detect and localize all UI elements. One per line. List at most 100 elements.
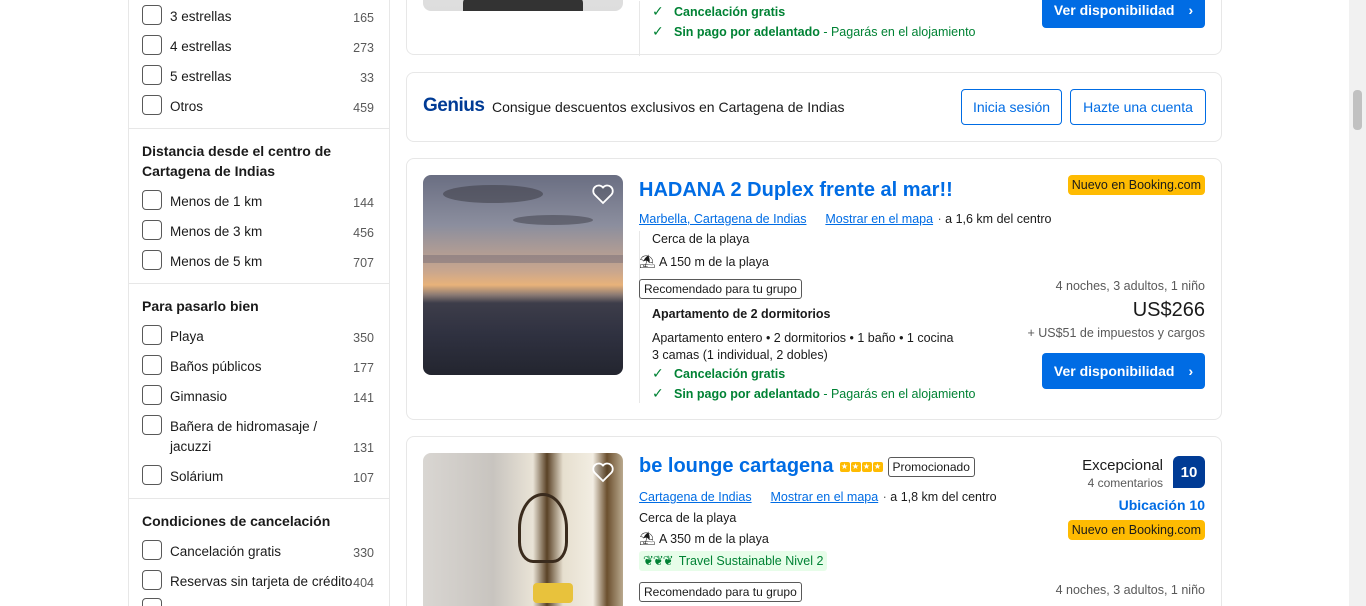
location-score: Ubicación 10 xyxy=(1118,497,1205,513)
review-count: 4 comentarios xyxy=(1087,476,1163,490)
free-cancellation-row: ✓ Cancelación gratis xyxy=(652,3,785,21)
property-photo[interactable] xyxy=(423,175,623,375)
filter-label: Playa xyxy=(170,329,204,344)
pay-at-property-text: - Pagarás en el alojamiento xyxy=(819,25,976,39)
checkbox[interactable] xyxy=(142,385,162,405)
stay-details: 4 noches, 3 adultos, 1 niño xyxy=(1055,279,1205,293)
checkbox[interactable] xyxy=(142,355,162,375)
checkbox[interactable] xyxy=(142,570,162,590)
distance-from-center: a 1,6 km del centro xyxy=(945,212,1052,226)
filter-label: Baños públicos xyxy=(170,359,262,374)
star-icon: ★ xyxy=(839,461,850,472)
recommended-group-badge: Recomendado para tu grupo xyxy=(639,279,802,299)
see-availability-button[interactable]: Ver disponibilidad › xyxy=(1042,0,1205,28)
property-photo[interactable] xyxy=(423,453,623,606)
button-label: Ver disponibilidad xyxy=(1053,363,1175,379)
filter-count: 165 xyxy=(353,11,374,25)
heart-icon[interactable] xyxy=(591,461,615,483)
button-label: Ver disponibilidad xyxy=(1053,2,1175,18)
property-photo[interactable] xyxy=(423,0,623,11)
filter-label: 3 estrellas xyxy=(170,9,232,24)
heart-icon[interactable] xyxy=(591,183,615,205)
genius-banner: Genius Consigue descuentos exclusivos en… xyxy=(406,72,1222,142)
property-title-link[interactable]: be lounge cartagena xyxy=(639,455,834,478)
no-prepayment-text: Sin pago por adelantado xyxy=(674,25,820,39)
filter-count: 273 xyxy=(353,41,374,55)
location-link[interactable]: Marbella, Cartagena de Indias xyxy=(639,212,806,226)
divider xyxy=(129,498,389,499)
distance-from-center: a 1,8 km del centro xyxy=(890,490,997,504)
no-prepayment-text: Sin pago por adelantado xyxy=(674,387,820,401)
genius-logo: Genius xyxy=(423,95,485,116)
cloud xyxy=(513,215,593,225)
filter-label: Gimnasio xyxy=(170,389,228,404)
divider xyxy=(129,283,389,284)
filter-label: Cancelación gratis xyxy=(170,544,282,559)
scrollbar-thumb[interactable] xyxy=(1353,90,1362,130)
property-title-link[interactable]: HADANA 2 Duplex frente al mar!! xyxy=(639,177,953,203)
filter-count: 707 xyxy=(353,256,374,270)
title-row: be lounge cartagena ★ ★ ★ ★ Promocionado xyxy=(639,455,975,478)
location-row: Cartagena de Indias Mostrar en el mapa ·… xyxy=(639,490,997,504)
filter-label: Menos de 1 km xyxy=(170,194,263,209)
photo-detail xyxy=(463,0,583,11)
beach-distance-text: A 350 m de la playa xyxy=(659,532,769,546)
checkbox[interactable] xyxy=(142,220,162,240)
near-beach-text: Cerca de la playa xyxy=(639,511,737,525)
filter-count: 144 xyxy=(353,196,374,210)
checkbox[interactable] xyxy=(142,325,162,345)
filter-label: Solárium xyxy=(170,469,224,484)
filter-count: 177 xyxy=(353,361,374,375)
genius-banner-text: Consigue descuentos exclusivos en Cartag… xyxy=(492,99,845,115)
checkbox[interactable] xyxy=(142,250,162,270)
create-account-button[interactable]: Hazte una cuenta xyxy=(1070,89,1206,125)
new-on-booking-badge: Nuevo en Booking.com xyxy=(1067,175,1205,195)
filter-count: 459 xyxy=(353,101,374,115)
filter-count: 33 xyxy=(360,71,374,85)
pay-at-property-text: - Pagarás en el alojamiento xyxy=(819,387,976,401)
price: US$266 xyxy=(1132,299,1205,321)
beach-icon: ⛱ xyxy=(639,254,656,269)
sustainable-text: Travel Sustainable Nivel 2 xyxy=(678,554,824,568)
checkbox[interactable] xyxy=(142,465,162,485)
hanging-chair xyxy=(518,493,568,563)
checkbox[interactable] xyxy=(142,5,162,25)
checkbox[interactable] xyxy=(142,65,162,85)
filter-count: 404 xyxy=(353,576,374,590)
review-score-badge[interactable]: 10 xyxy=(1173,456,1205,488)
checkbox[interactable] xyxy=(142,415,162,435)
promoted-badge: Promocionado xyxy=(887,456,975,477)
divider xyxy=(129,128,389,129)
checkbox[interactable] xyxy=(142,190,162,210)
room-details: Apartamento entero • 2 dormitorios • 1 b… xyxy=(652,331,954,345)
filter-label: 4 estrellas xyxy=(170,39,232,54)
recommended-group-badge: Recomendado para tu grupo xyxy=(639,582,802,602)
see-availability-button[interactable]: Ver disponibilidad › xyxy=(1042,353,1205,389)
star-icon: ★ xyxy=(872,461,883,472)
checkbox[interactable] xyxy=(142,598,162,606)
location-link[interactable]: Cartagena de Indias xyxy=(639,490,752,504)
rating-squares: ★ ★ ★ ★ xyxy=(839,461,883,472)
page-scrollbar[interactable] xyxy=(1349,0,1366,606)
show-on-map-link[interactable]: Mostrar en el mapa xyxy=(825,212,933,226)
location-row: Marbella, Cartagena de Indias Mostrar en… xyxy=(639,212,1052,226)
free-cancellation-row: ✓ Cancelación gratis xyxy=(652,365,785,383)
sign-in-button[interactable]: Inicia sesión xyxy=(961,89,1062,125)
leaf-icon: ❦❦❦ xyxy=(643,553,674,568)
filter-hot-tub[interactable]: Bañera de hidromasaje / jacuzzi 131 xyxy=(142,415,374,457)
filter-count: 456 xyxy=(353,226,374,240)
filter-count: 141 xyxy=(353,391,374,405)
checkbox[interactable] xyxy=(142,95,162,115)
check-icon: ✓ xyxy=(652,385,664,401)
cushion xyxy=(533,583,573,603)
show-on-map-link[interactable]: Mostrar en el mapa xyxy=(771,490,879,504)
star-icon: ★ xyxy=(861,461,872,472)
cloud xyxy=(443,185,543,203)
filter-count: 131 xyxy=(353,441,374,455)
checkbox[interactable] xyxy=(142,540,162,560)
checkbox[interactable] xyxy=(142,35,162,55)
free-cancellation-text: Cancelación gratis xyxy=(674,367,786,381)
divider xyxy=(639,1,640,56)
review-word: Excepcional xyxy=(1082,457,1163,474)
stay-details: 4 noches, 3 adultos, 1 niño xyxy=(1055,583,1205,597)
